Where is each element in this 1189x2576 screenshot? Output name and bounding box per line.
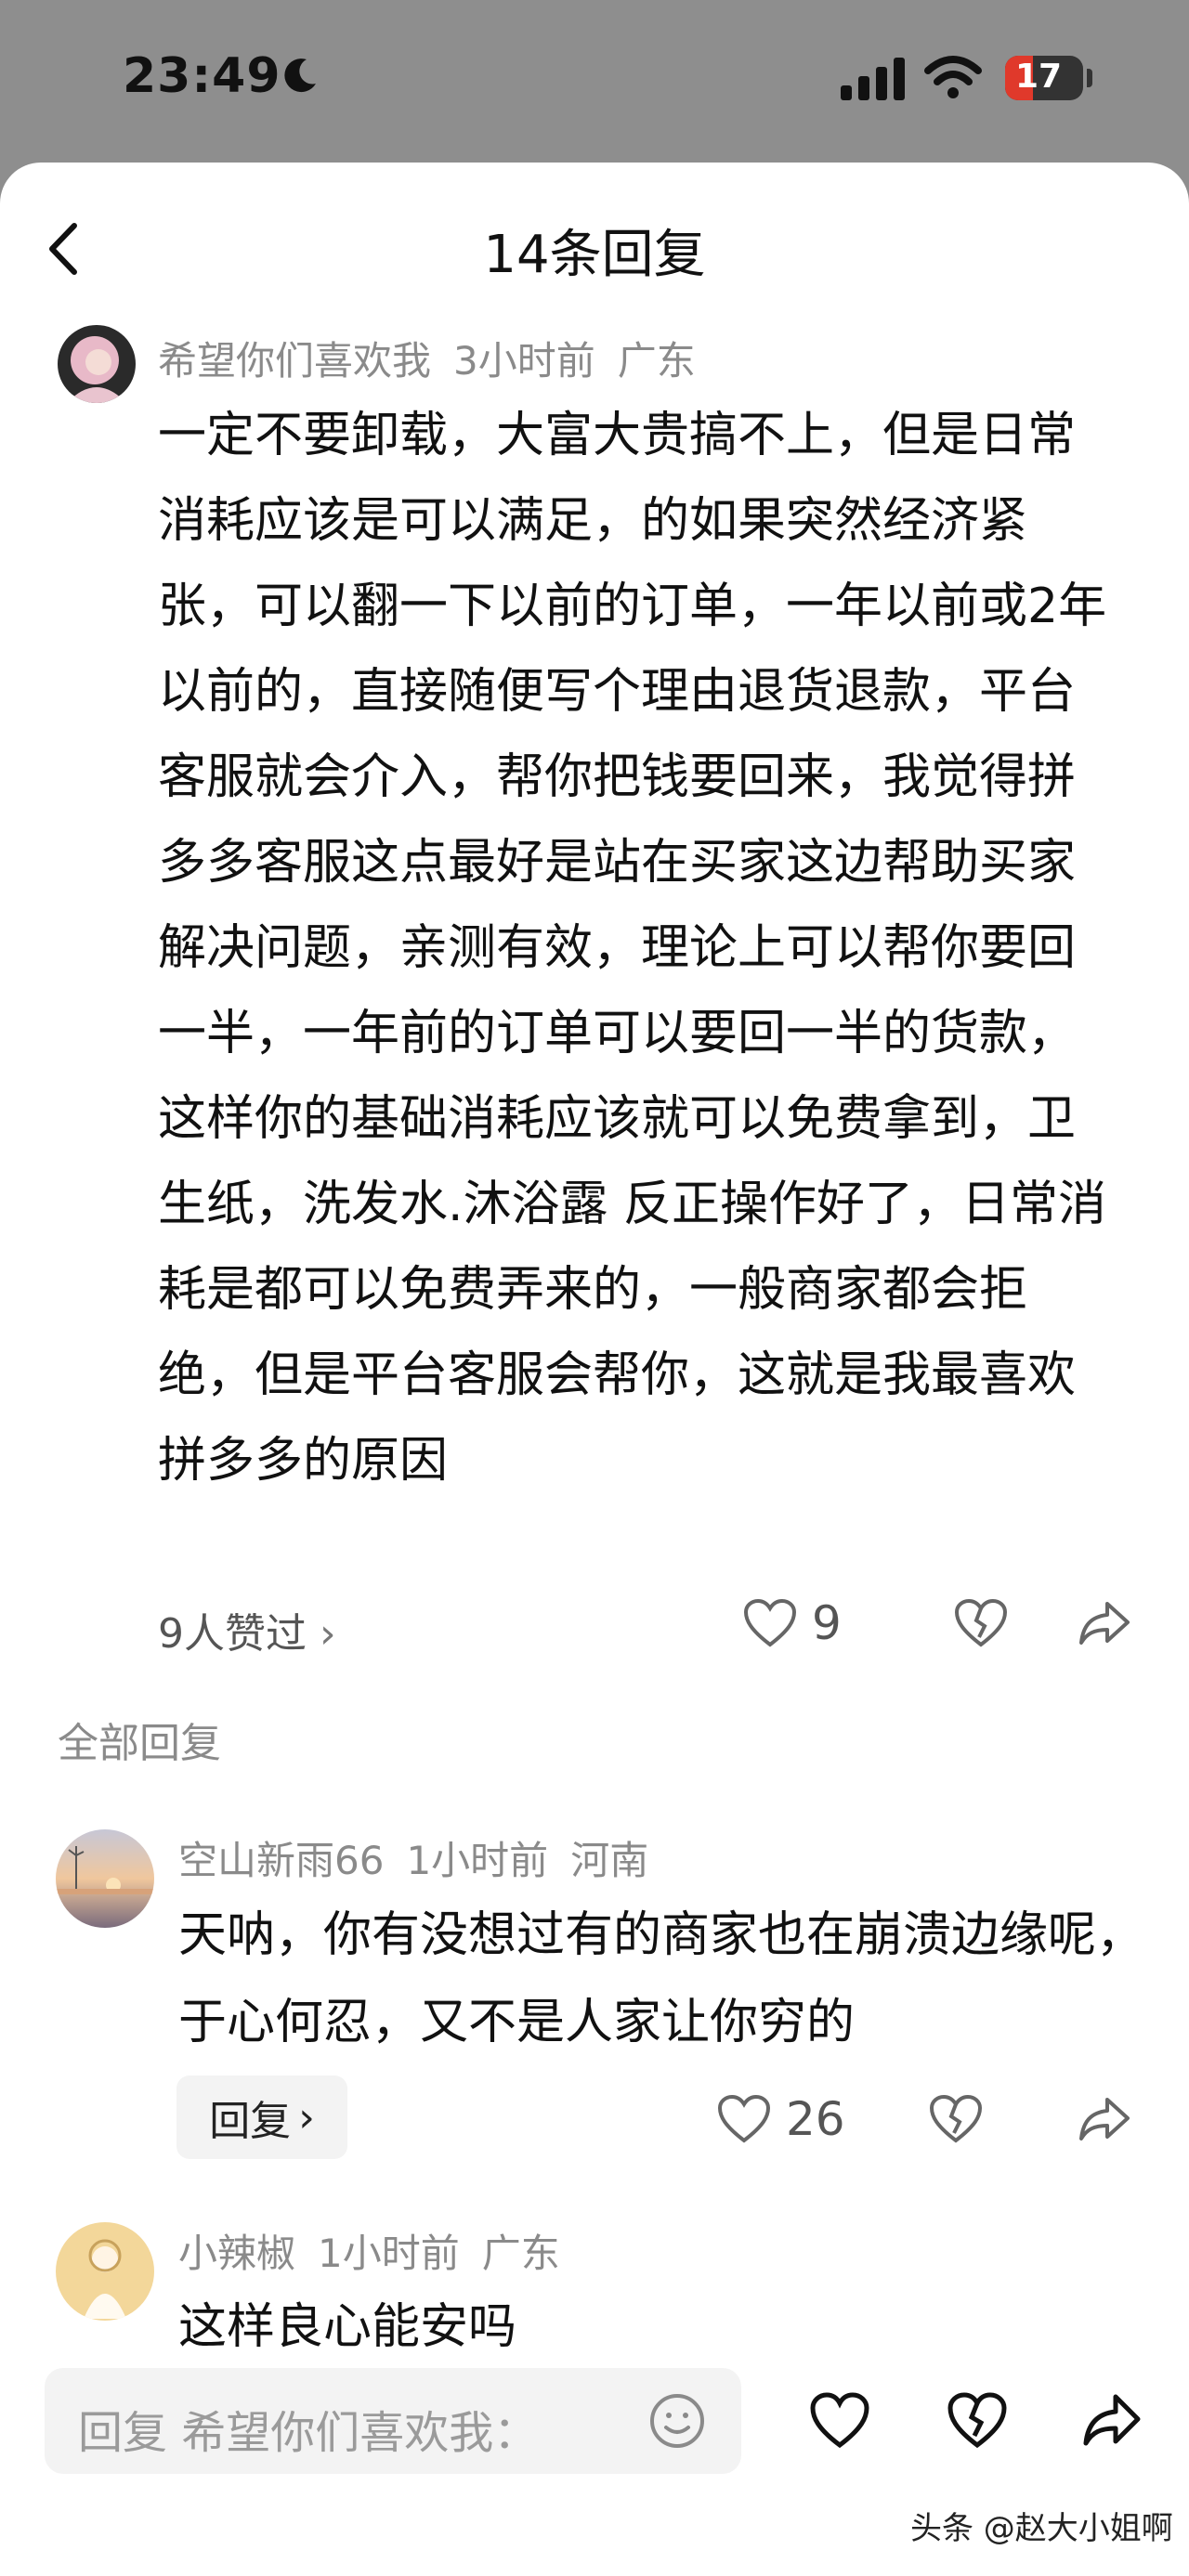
reply-location: 广东: [481, 2231, 560, 2276]
wifi-icon: [924, 56, 982, 98]
section-label: 全部回复: [58, 1720, 221, 1767]
replies-sheet: 14条回复 希望你们喜欢我 3小时前 广东 一定不要卸载，大富大贵搞不上，但是日常消…: [0, 163, 1189, 2576]
watermark: 头条 @赵大小姐啊: [910, 2510, 1173, 2547]
reply-input[interactable]: 回复 希望你们喜欢我：: [45, 2368, 741, 2474]
avatar[interactable]: [58, 325, 136, 403]
like-button[interactable]: 9: [743, 1596, 842, 1650]
username[interactable]: 希望你们喜欢我: [158, 338, 431, 384]
reply-button-label: 回复: [209, 2098, 292, 2145]
broken-heart-icon[interactable]: [954, 1598, 1008, 1648]
like-count: 26: [786, 2092, 845, 2146]
chevron-right-icon: ›: [320, 1610, 336, 1658]
cellular-signal-icon: [841, 58, 905, 100]
comment-location: 广东: [617, 338, 696, 384]
avatar[interactable]: [56, 1829, 154, 1928]
share-arrow-icon[interactable]: [1078, 2094, 1131, 2144]
comment-meta: 希望你们喜欢我 3小时前 广东: [158, 330, 696, 386]
reply-input-placeholder: 回复 希望你们喜欢我：: [78, 2407, 539, 2459]
broken-heart-icon[interactable]: [929, 2094, 983, 2144]
reply-button[interactable]: 回复 ›: [176, 2075, 347, 2159]
comment-time: 3小时前: [453, 338, 595, 384]
broken-heart-icon[interactable]: [947, 2391, 1007, 2451]
header: 14条回复: [0, 163, 1189, 330]
likes-link-label: 9人赞过: [158, 1610, 307, 1658]
username[interactable]: 小辣椒: [178, 2231, 295, 2276]
share-arrow-icon[interactable]: [1078, 1598, 1131, 1648]
smiley-icon[interactable]: [648, 2392, 706, 2450]
status-bar: 23:49 17: [0, 0, 1189, 163]
reply-time: 1小时前: [318, 2231, 460, 2276]
heart-icon: [743, 1598, 797, 1647]
like-button[interactable]: 26: [717, 2092, 845, 2146]
reply-text: 这样良心能安吗: [178, 2299, 517, 2355]
reply-meta: 空山新雨66 1小时前 河南: [178, 1829, 648, 1886]
chevron-right-icon: ›: [298, 2093, 315, 2141]
moon-icon: [284, 59, 316, 93]
battery-indicator: 17: [1005, 56, 1083, 100]
username[interactable]: 空山新雨66: [178, 1838, 384, 1883]
share-arrow-icon[interactable]: [1082, 2391, 1142, 2451]
likes-link[interactable]: 9人赞过 ›: [158, 1600, 336, 1659]
like-count: 9: [812, 1596, 842, 1650]
reply-text: 天呐，你有没想过有的商家也在崩溃边缘呢，于心何忍，又不是人家让你穷的: [178, 1907, 1145, 2050]
status-time: 23:49: [123, 48, 281, 104]
comment-text: 一定不要卸载，大富大贵搞不上，但是日常消耗应该是可以满足，的如果突然经济紧张，可…: [158, 408, 1107, 1489]
page-title: 14条回复: [483, 225, 706, 285]
heart-icon[interactable]: [810, 2391, 869, 2451]
reply-location: 河南: [570, 1838, 649, 1883]
battery-level: 17: [1014, 58, 1063, 96]
reply-time: 1小时前: [406, 1838, 549, 1883]
heart-icon: [717, 2094, 771, 2143]
reply-meta: 小辣椒 1小时前 广东: [178, 2222, 560, 2279]
avatar[interactable]: [56, 2222, 154, 2321]
